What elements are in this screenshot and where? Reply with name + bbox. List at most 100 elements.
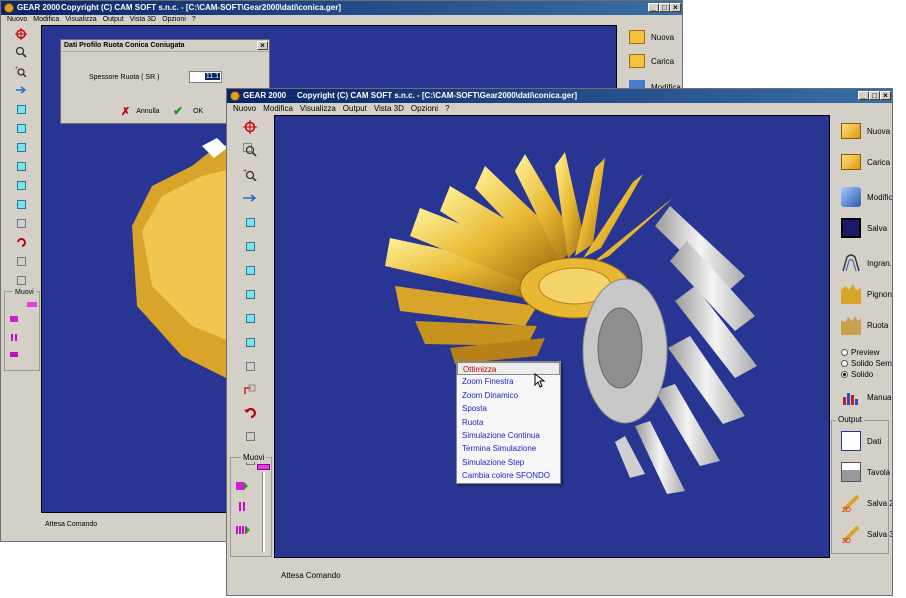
zoom-window-icon[interactable] xyxy=(242,143,258,157)
back-view-cube-icon[interactable] xyxy=(13,102,29,116)
menu-item-simulazione-step[interactable]: Simulazione Step xyxy=(457,456,560,469)
dialog-field-label: Spessore Ruota ( SR ) xyxy=(89,74,160,81)
solid-cube-icon[interactable] xyxy=(242,429,258,443)
back-view-cube-icon[interactable] xyxy=(13,159,29,173)
back-menu-modifica[interactable]: Modifica xyxy=(33,15,59,25)
speed-slider[interactable] xyxy=(257,464,270,470)
menu-opzioni[interactable]: Opzioni xyxy=(411,103,438,115)
main-title-text: Copyright (C) CAM SOFT s.n.c. - [C:\CAM-… xyxy=(297,91,578,100)
back-menu-nuovo[interactable]: Nuovo xyxy=(7,15,27,25)
back-menu-vista3d[interactable]: Vista 3D xyxy=(130,15,156,25)
main-canvas[interactable] xyxy=(274,115,830,558)
modifica-button[interactable]: Modifica xyxy=(835,183,892,211)
back-minimize-button[interactable]: _ xyxy=(648,3,659,12)
solido-sempl-radio[interactable]: Solido Sempl. xyxy=(841,358,892,368)
dati-button[interactable]: Dati xyxy=(835,427,892,455)
back-play-icon[interactable] xyxy=(10,316,18,322)
manuale-button[interactable]: Manuale xyxy=(835,383,892,411)
status-text: Attesa Comando xyxy=(281,571,341,580)
back-wire-cube-icon[interactable] xyxy=(13,273,29,287)
ruota-button[interactable]: Ruota xyxy=(835,311,892,339)
ingran-label: Ingran. xyxy=(867,258,892,268)
salva-label: Salva xyxy=(867,223,888,233)
view-bottom-icon[interactable] xyxy=(242,335,258,349)
back-view-cube-icon[interactable] xyxy=(13,197,29,211)
view-right-icon[interactable] xyxy=(242,287,258,301)
solido-radio[interactable]: Solido xyxy=(841,369,873,379)
menu-item-zoom-dinamico[interactable]: Zoom Dinamico xyxy=(457,389,560,402)
new-folder-icon xyxy=(629,30,645,44)
salva-3d-button[interactable]: 3D Salva 3D xyxy=(835,520,892,548)
tavola-button[interactable]: Tavola xyxy=(835,458,892,486)
menu-item-sposta[interactable]: Sposta xyxy=(457,402,560,415)
back-view-cube-icon[interactable] xyxy=(13,140,29,154)
back-menu-help[interactable]: ? xyxy=(192,15,196,25)
pan-arrow-icon[interactable] xyxy=(242,191,258,205)
dialog-close-button[interactable]: × xyxy=(257,41,268,50)
view-top-icon[interactable] xyxy=(242,311,258,325)
step-icon[interactable] xyxy=(236,526,250,534)
back-undo-icon[interactable] xyxy=(13,235,29,249)
solido-radio-dot xyxy=(841,370,848,378)
menu-item-cambia-colore-sfondo[interactable]: Cambia colore SFONDO xyxy=(457,469,560,482)
dialog-ok-button[interactable]: ✔ OK xyxy=(173,104,203,118)
solido-label: Solido xyxy=(851,369,874,379)
back-slider[interactable] xyxy=(27,302,37,307)
main-close-button[interactable]: × xyxy=(880,91,891,100)
dialog-cancel-button[interactable]: ✗ Annulla xyxy=(121,104,160,118)
app-logo-icon xyxy=(4,3,14,13)
preview-radio[interactable]: Preview xyxy=(841,347,879,357)
back-zoom-icon[interactable] xyxy=(13,45,29,59)
back-target-icon[interactable] xyxy=(13,27,29,41)
back-carica-button[interactable]: Carica xyxy=(623,47,682,75)
view-back-icon[interactable] xyxy=(242,239,258,253)
back-view-cube-icon[interactable] xyxy=(13,178,29,192)
back-menu-visualizza[interactable]: Visualizza xyxy=(65,15,96,25)
view-front-icon[interactable] xyxy=(242,215,258,229)
back-menu-opzioni[interactable]: Opzioni xyxy=(162,15,186,25)
main-window: GEAR 2000 Copyright (C) CAM SOFT s.n.c. … xyxy=(226,88,893,596)
wrench-icon xyxy=(841,187,861,207)
view-left-icon[interactable] xyxy=(242,263,258,277)
pignone-button[interactable]: Pignone xyxy=(835,280,892,308)
menu-vista3d[interactable]: Vista 3D xyxy=(374,103,404,115)
main-maximize-button[interactable]: □ xyxy=(869,91,880,100)
manuale-label: Manuale xyxy=(867,392,892,402)
salva-2d-button[interactable]: 2D Salva 2D xyxy=(835,489,892,517)
zoom-in-icon[interactable]: + xyxy=(242,167,258,181)
pause-icon[interactable] xyxy=(239,502,241,511)
back-view-cube-icon[interactable] xyxy=(13,121,29,135)
save-3d-icon: 3D xyxy=(841,524,861,545)
reset-icon[interactable] xyxy=(242,382,258,396)
menu-modifica[interactable]: Modifica xyxy=(263,103,293,115)
salva-button[interactable]: Salva xyxy=(835,214,892,242)
back-title-bar: GEAR 2000 Copyright (C) CAM SOFT s.n.c. … xyxy=(1,1,682,15)
back-step-icon[interactable] xyxy=(10,352,18,357)
carica-button[interactable]: Carica xyxy=(835,148,892,176)
center-view-icon[interactable] xyxy=(242,120,258,134)
back-menu-output[interactable]: Output xyxy=(103,15,124,25)
back-rotate-icon[interactable] xyxy=(13,216,29,230)
dialog-thickness-input[interactable]: 11.1 xyxy=(189,71,222,83)
nuova-button[interactable]: Nuova xyxy=(835,117,892,145)
back-maximize-button[interactable]: □ xyxy=(659,3,670,12)
back-arrow-icon[interactable] xyxy=(13,83,29,97)
back-zoom-in-icon[interactable]: + xyxy=(13,64,29,78)
menu-help[interactable]: ? xyxy=(445,103,449,115)
menu-visualizza[interactable]: Visualizza xyxy=(300,103,336,115)
main-minimize-button[interactable]: _ xyxy=(858,91,869,100)
menu-output[interactable]: Output xyxy=(343,103,367,115)
menu-item-termina-simulazione[interactable]: Termina Simulazione xyxy=(457,442,560,455)
back-pause-icon[interactable] xyxy=(11,334,13,341)
ingran-button[interactable]: Ingran. xyxy=(835,249,892,277)
menu-item-ruota[interactable]: Ruota xyxy=(457,416,560,429)
play-icon[interactable] xyxy=(236,482,248,490)
app-logo-icon xyxy=(230,91,240,101)
view-iso-icon[interactable] xyxy=(242,359,258,373)
back-solid-cube-icon[interactable] xyxy=(13,254,29,268)
svg-text:3D: 3D xyxy=(842,538,851,544)
menu-nuovo[interactable]: Nuovo xyxy=(233,103,256,115)
menu-item-simulazione-continua[interactable]: Simulazione Continua xyxy=(457,429,560,442)
undo-last-icon[interactable] xyxy=(242,405,258,419)
back-close-button[interactable]: × xyxy=(670,3,681,12)
